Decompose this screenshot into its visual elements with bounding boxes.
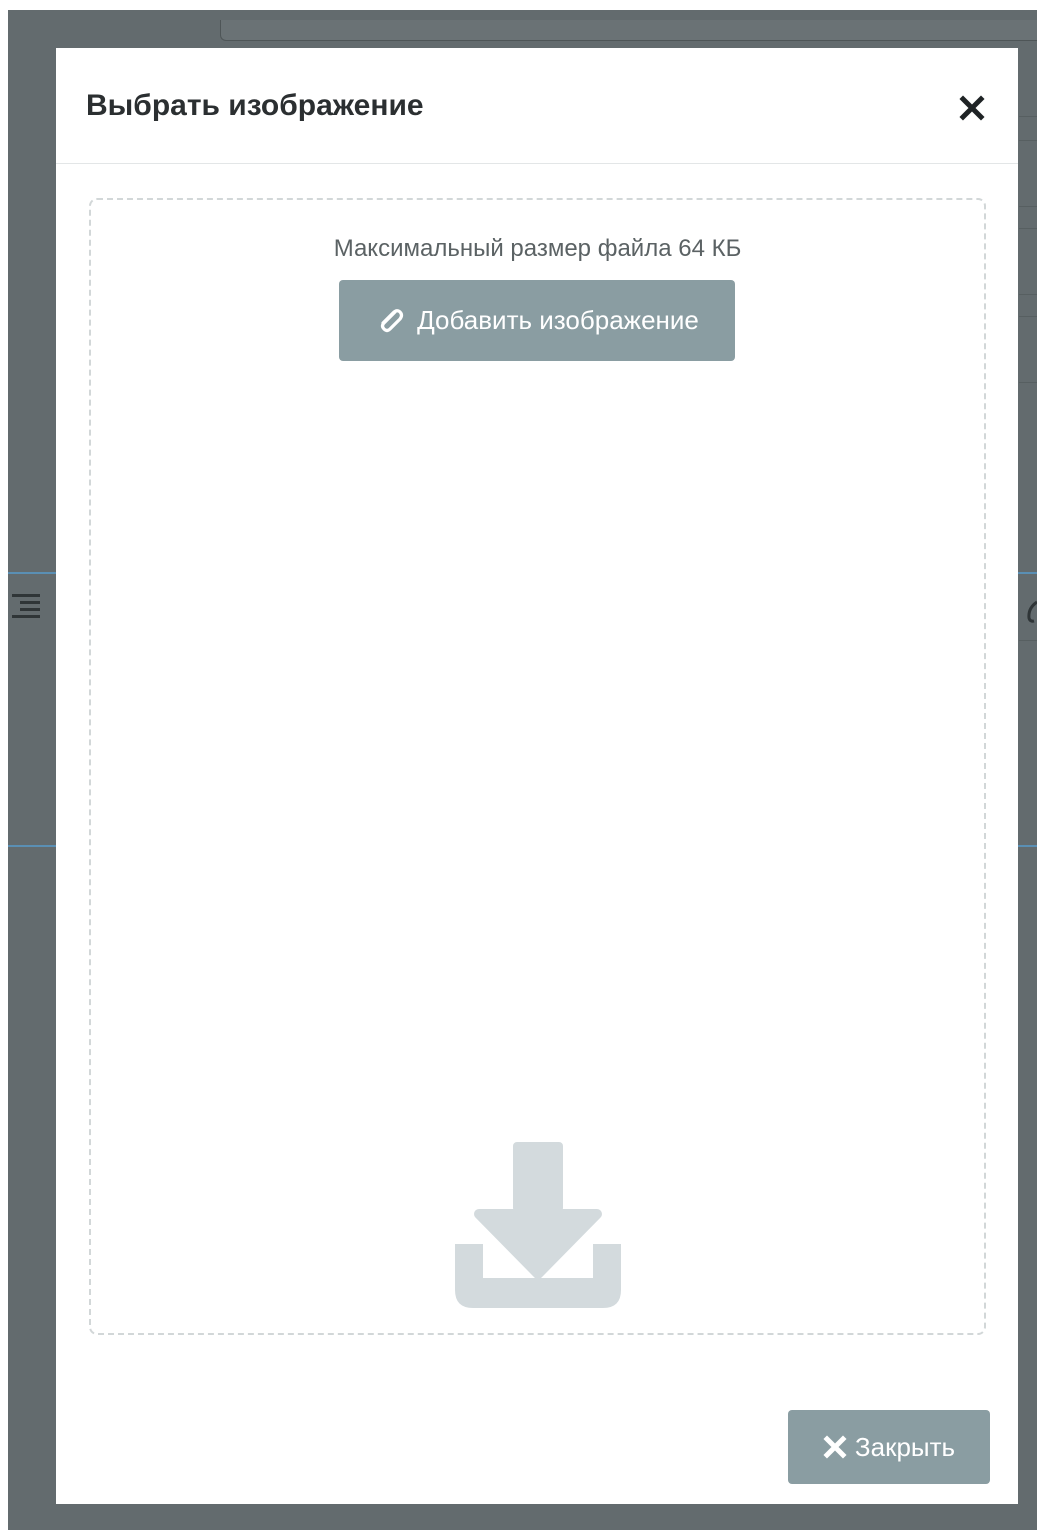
background-divider — [8, 572, 56, 574]
background-divider — [1018, 572, 1037, 574]
screen: Выбрать изображение Максимальный размер … — [0, 0, 1037, 1530]
background-divider — [1019, 382, 1037, 383]
background-divider — [8, 845, 56, 847]
close-icon[interactable] — [958, 94, 986, 122]
close-icon — [823, 1435, 847, 1459]
background-divider — [1019, 206, 1037, 207]
list-icon — [12, 592, 42, 620]
max-file-size-hint: Максимальный размер файла 64 КБ — [333, 235, 742, 262]
link-icon — [1024, 598, 1037, 624]
background-divider — [1018, 845, 1037, 847]
background-divider — [1019, 140, 1037, 141]
add-image-button-label: Добавить изображение — [417, 305, 699, 335]
paperclip-icon — [375, 305, 407, 337]
image-dropzone[interactable]: Максимальный размер файла 64 КБ Добавить… — [89, 198, 986, 1335]
modal-header: Выбрать изображение — [56, 48, 1018, 164]
download-icon — [455, 1142, 621, 1309]
background-divider — [1019, 294, 1037, 295]
background-divider — [1019, 316, 1037, 317]
select-image-modal: Выбрать изображение Максимальный размер … — [56, 48, 1018, 1504]
background-divider — [1019, 228, 1037, 229]
background-divider — [1019, 116, 1037, 117]
close-button[interactable]: Закрыть — [788, 1410, 990, 1484]
close-button-label: Закрыть — [854, 1431, 956, 1462]
background-card — [220, 20, 1037, 41]
modal-title: Выбрать изображение — [86, 89, 424, 122]
add-image-button[interactable]: Добавить изображение — [339, 280, 735, 361]
background-divider — [1019, 640, 1037, 641]
